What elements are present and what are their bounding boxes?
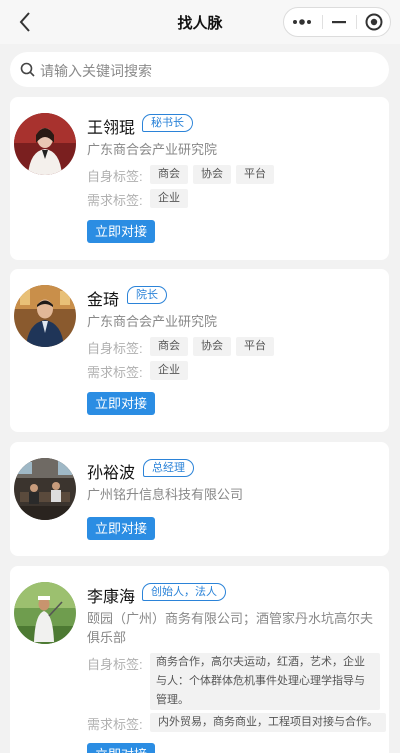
title-badge: 院长 (127, 286, 167, 304)
tag-chip: 商会 (150, 337, 188, 356)
tag-chip: 企业 (150, 361, 188, 380)
connect-button[interactable]: 立即对接 (87, 392, 156, 415)
title-badge: 秘书长 (142, 114, 193, 132)
contact-name: 李康海 (87, 589, 136, 606)
contact-card[interactable]: 孙裕波 总经理 广州铭升信息科技有限公司 立即对接 (10, 442, 389, 556)
search-bar[interactable]: 请输入关键词搜索 (10, 52, 389, 87)
tag-chip: 内外贸易，商务商业，工程项目对接与合作。 (150, 713, 386, 732)
close-button[interactable] (358, 8, 390, 36)
connect-button[interactable]: 立即对接 (87, 220, 156, 243)
organization: 广东商合会产业研究院 (87, 142, 218, 157)
avatar (14, 458, 76, 520)
more-dots-icon (293, 19, 311, 25)
more-button[interactable] (284, 8, 320, 36)
contact-card[interactable]: 李康海 创始人，法人 颐园（广州）商务有限公司；酒管家丹水坑高尔夫俱乐部 自身标… (10, 566, 389, 753)
tag-chip: 协会 (193, 337, 231, 356)
search-icon (20, 62, 35, 77)
avatar (14, 285, 76, 347)
organization: 颐园（广州）商务有限公司；酒管家丹水坑高尔夫俱乐部 (87, 611, 374, 645)
tag-chip: 协会 (193, 165, 231, 184)
tag-chip: 商会 (150, 165, 188, 184)
self-tags-label: 自身标签: (87, 341, 143, 356)
need-tags-label: 需求标签: (87, 193, 143, 208)
organization: 广州铭升信息科技有限公司 (87, 487, 244, 502)
tag-chip: 平台 (236, 337, 274, 356)
self-tags-label: 自身标签: (87, 657, 143, 672)
avatar (14, 582, 76, 644)
connect-button[interactable]: 立即对接 (87, 743, 156, 753)
mini-program-capsule (283, 7, 391, 37)
minimize-icon (332, 21, 346, 24)
contact-name: 孙裕波 (87, 465, 136, 482)
need-tags-label: 需求标签: (87, 365, 143, 380)
contact-name: 王翎琨 (87, 120, 136, 137)
self-tags-label: 自身标签: (87, 169, 143, 184)
organization: 广东商合会产业研究院 (87, 314, 218, 329)
tag-chip: 企业 (150, 189, 188, 208)
search-input[interactable]: 请输入关键词搜索 (40, 61, 152, 81)
contact-card[interactable]: 金琦 院长 广东商合会产业研究院 自身标签: 商会 协会 平台 需求标签: 企业… (10, 269, 389, 432)
title-badge: 创始人，法人 (142, 583, 226, 601)
need-tags-label: 需求标签: (87, 717, 143, 732)
tag-chip: 商务合作，高尔夫运动，红酒，艺术，企业与人：个体群体危机事件处理心理学指导与管理… (150, 653, 380, 710)
navigation-bar: 找人脉 (0, 0, 400, 44)
capsule-divider (356, 15, 357, 29)
target-circle-icon (365, 13, 383, 31)
contact-card[interactable]: 王翎琨 秘书长 广东商合会产业研究院 自身标签: 商会 协会 平台 需求标签: … (10, 97, 389, 260)
title-badge: 总经理 (143, 459, 194, 477)
minimize-button[interactable] (323, 8, 355, 36)
contact-name: 金琦 (87, 292, 120, 309)
tag-chip: 平台 (236, 165, 274, 184)
avatar (14, 113, 76, 175)
connect-button[interactable]: 立即对接 (87, 517, 156, 540)
